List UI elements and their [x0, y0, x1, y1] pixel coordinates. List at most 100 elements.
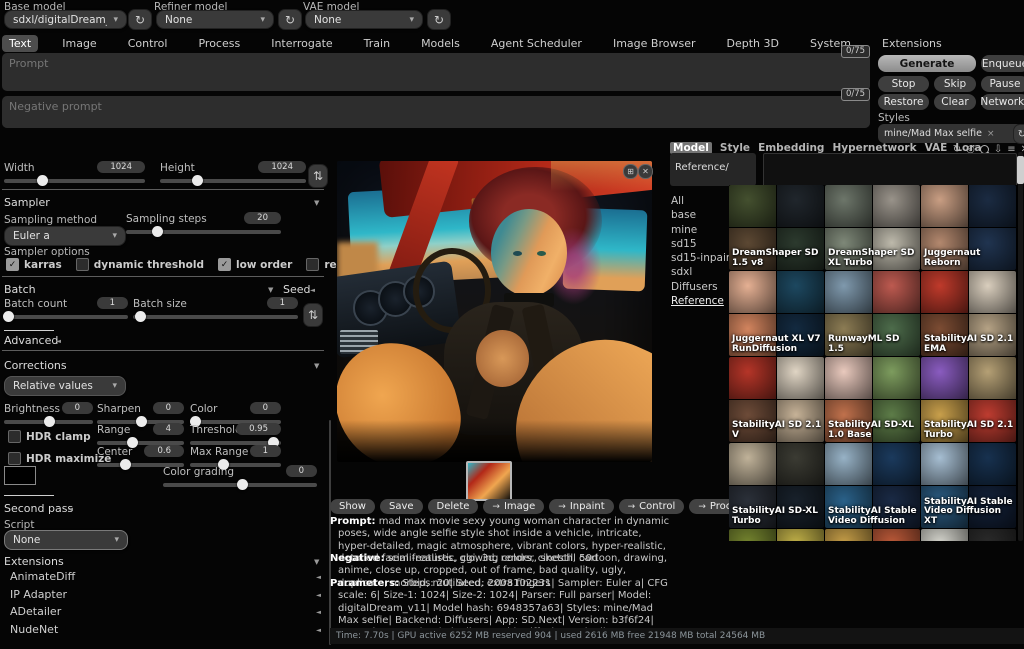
styles-select[interactable]: mine/Mad Max selfie × — [878, 124, 1022, 143]
prompt-input[interactable] — [2, 53, 870, 91]
height-track[interactable] — [160, 179, 306, 183]
extension-nudenet[interactable]: NudeNet — [10, 623, 58, 636]
model-card-juggernaut-reborn[interactable]: Juggernaut Reborn — [921, 185, 1016, 270]
tab-interrogate[interactable]: Interrogate — [264, 35, 339, 52]
folder-mine[interactable]: mine — [671, 223, 737, 237]
image-close-button[interactable]: ✕ — [638, 164, 653, 179]
option-low-order-checkbox[interactable]: ✓low order — [218, 258, 292, 271]
folder-sdxl[interactable]: sdxl — [671, 265, 737, 279]
sampling-steps-track[interactable] — [126, 230, 281, 234]
height-thumb[interactable] — [192, 175, 203, 186]
collapse-icon[interactable]: ◄ — [316, 608, 321, 616]
inpaint-button[interactable]: →Inpaint — [549, 499, 613, 514]
batch-count-thumb[interactable] — [3, 311, 14, 322]
second-pass-section-title[interactable]: Second pass — [4, 502, 73, 515]
refiner-model-select[interactable]: None ▾ — [156, 10, 274, 29]
model-card[interactable] — [825, 529, 920, 541]
folder-base[interactable]: base — [671, 208, 737, 222]
collapse-icon[interactable]: ◄ — [316, 626, 321, 634]
collapse-icon[interactable]: ◄ — [68, 505, 73, 513]
tab-agent-scheduler[interactable]: Agent Scheduler — [484, 35, 589, 52]
tab-models[interactable]: Models — [414, 35, 467, 52]
model-card-dreamshaper-sd-xl-turbo[interactable]: DreamShaper SD XL Turbo — [825, 185, 920, 270]
tab-image[interactable]: Image — [55, 35, 103, 52]
model-card-stabilityai-stable-video-diffusion[interactable]: StabilityAI Stable Video Diffusion — [825, 443, 920, 528]
gallery-thumbnail[interactable] — [466, 461, 512, 501]
tab-control[interactable]: Control — [121, 35, 175, 52]
collapse-icon[interactable]: ◄ — [310, 286, 315, 294]
sampler-section-title[interactable]: Sampler — [4, 196, 50, 209]
tab-train[interactable]: Train — [357, 35, 397, 52]
styles-refresh-button[interactable]: ↻ — [1013, 124, 1024, 144]
width-track[interactable] — [4, 179, 145, 183]
networks-scrollbar-thumb[interactable] — [1017, 156, 1024, 184]
vae-model-refresh-button[interactable]: ↻ — [427, 9, 451, 30]
folder-reference[interactable]: Reference — [671, 294, 737, 308]
refiner-model-refresh-button[interactable]: ↻ — [278, 9, 302, 30]
image-button[interactable]: →Image — [483, 499, 544, 514]
image-expand-button[interactable]: ⊞ — [623, 164, 638, 179]
model-card-stabilityai-sd-2-1-turbo[interactable]: StabilityAI SD 2.1 Turbo — [921, 357, 1016, 442]
model-card-stabilityai-sd-xl-1-0-base[interactable]: StabilityAI SD-XL 1.0 Base — [825, 357, 920, 442]
vae-model-select[interactable]: None ▾ — [305, 10, 423, 29]
control-button[interactable]: →Control — [619, 499, 685, 514]
brightness-thumb[interactable] — [44, 416, 55, 427]
center-thumb[interactable] — [120, 459, 131, 470]
model-card-stabilityai-sd-2-1-v[interactable]: StabilityAI SD 2.1 V — [729, 357, 824, 442]
batch-section-title[interactable]: Batch — [4, 283, 36, 296]
networks-scrollbar-track[interactable] — [1018, 152, 1023, 541]
script-select[interactable]: None ▾ — [4, 530, 128, 550]
pause-button[interactable]: Pause — [981, 76, 1024, 92]
option-karras-checkbox[interactable]: ✓karras — [6, 258, 62, 271]
color-grading-thumb[interactable] — [237, 479, 248, 490]
folder-sd15-inpaint[interactable]: sd15-inpaint — [671, 251, 737, 265]
remove-style-icon[interactable]: × — [987, 129, 995, 139]
extension-adetailer[interactable]: ADetailer — [10, 605, 61, 618]
tab-depth-3d[interactable]: Depth 3D — [720, 35, 786, 52]
color-grading-swatch[interactable] — [4, 466, 36, 485]
generate-button[interactable]: Generate — [878, 55, 976, 72]
hdr-clamp-checkbox[interactable]: HDR clamp — [8, 430, 91, 443]
color-grading-track[interactable] — [163, 483, 317, 487]
extensions-section-title[interactable]: Extensions — [4, 555, 64, 568]
collapse-icon[interactable]: ▼ — [314, 199, 319, 207]
collapse-icon[interactable]: ◄ — [316, 591, 321, 599]
brightness-track[interactable] — [4, 420, 93, 424]
model-card-runwayml-sd-1-5[interactable]: RunwayML SD 1.5 — [825, 271, 920, 356]
option-dynamic-threshold-checkbox[interactable]: dynamic threshold — [76, 258, 204, 271]
tab-image-browser[interactable]: Image Browser — [606, 35, 703, 52]
sampling-method-select[interactable]: Euler a ▾ — [4, 226, 126, 246]
extension-animatediff[interactable]: AnimateDiff — [10, 570, 75, 583]
seed-section-title[interactable]: Seed — [283, 283, 311, 296]
folder-sd15[interactable]: sd15 — [671, 237, 737, 251]
collapse-icon[interactable]: ◄ — [56, 337, 61, 345]
model-card-stabilityai-stable-video-diffusion-xt[interactable]: StabilityAI Stable Video Diffusion XT — [921, 443, 1016, 528]
generated-image[interactable] — [337, 161, 652, 462]
base-model-select[interactable]: sdxl/digitalDream_v11 [69483 ▾ — [4, 10, 127, 29]
sampling-steps-thumb[interactable] — [152, 226, 163, 237]
folder-all[interactable]: All — [671, 194, 737, 208]
swap-dimensions-button[interactable]: ⇅ — [308, 164, 328, 188]
enqueue-button[interactable]: Enqueue — [981, 55, 1024, 72]
batch-count-track[interactable] — [4, 315, 128, 319]
model-card[interactable] — [729, 529, 824, 541]
model-card-juggernaut-xl-v7-rundiffusion[interactable]: Juggernaut XL V7 RunDiffusion — [729, 271, 824, 356]
collapse-icon[interactable]: ▼ — [268, 286, 273, 294]
model-card-stabilityai-sd-2-1-ema[interactable]: StabilityAI SD 2.1 EMA — [921, 271, 1016, 356]
collapse-icon[interactable]: ◄ — [316, 573, 321, 581]
tab-process[interactable]: Process — [191, 35, 247, 52]
save-button[interactable]: Save — [380, 499, 423, 514]
swap-batch-button[interactable]: ⇅ — [303, 303, 323, 327]
skip-button[interactable]: Skip — [934, 76, 976, 92]
restore-button[interactable]: Restore — [878, 94, 929, 110]
corrections-mode-select[interactable]: Relative values ▾ — [4, 376, 126, 396]
negative-prompt-input[interactable] — [2, 96, 870, 128]
model-card-stabilityai-sd-xl-turbo[interactable]: StabilityAI SD-XL Turbo — [729, 443, 824, 528]
collapse-icon[interactable]: ▼ — [314, 362, 319, 370]
networks-search-input[interactable]: Reference/ — [670, 153, 756, 186]
collapse-icon[interactable]: ▼ — [314, 558, 319, 566]
batch-size-track[interactable] — [133, 315, 298, 319]
stop-button[interactable]: Stop — [878, 76, 929, 92]
tab-extensions[interactable]: Extensions — [875, 35, 949, 52]
delete-button[interactable]: Delete — [428, 499, 479, 514]
